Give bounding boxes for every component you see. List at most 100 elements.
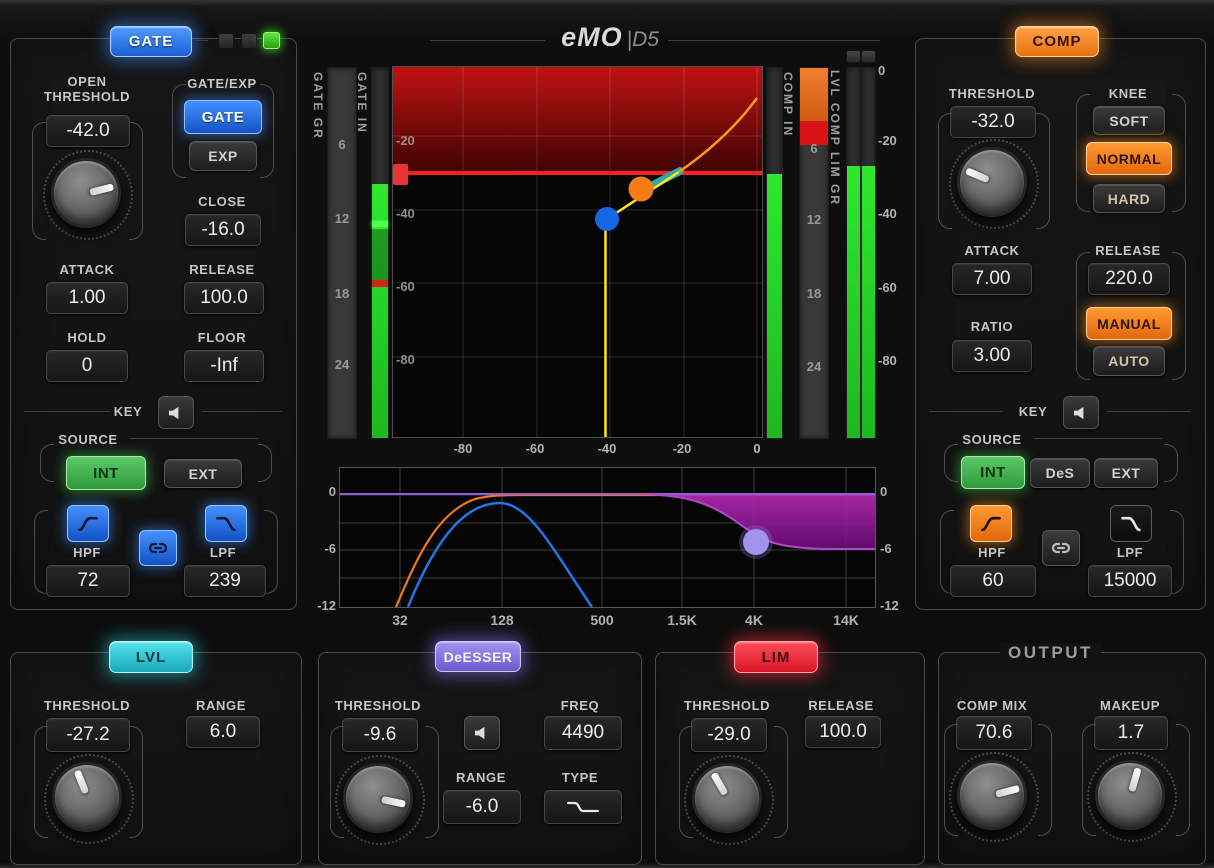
gr-scale-tick: 12	[806, 212, 822, 227]
gr-orange-bar	[800, 68, 828, 121]
comp-source-int-button[interactable]: INT	[961, 456, 1025, 489]
lim-release-value[interactable]: 100.0	[805, 716, 881, 748]
eq-y-tick: -12	[880, 598, 899, 613]
gate-close-label: CLOSE	[198, 194, 246, 209]
makeup-knob[interactable]	[1095, 760, 1165, 830]
y-tick: -40	[396, 206, 415, 221]
comp-threshold-knob[interactable]	[957, 147, 1027, 217]
gate-hpf-value[interactable]: 72	[46, 565, 130, 597]
clip-indicator-left[interactable]	[846, 50, 861, 63]
speaker-icon	[474, 726, 484, 740]
deesser-type-button[interactable]	[544, 790, 622, 824]
comp-knee-soft-button[interactable]: SOFT	[1093, 106, 1165, 135]
gate-gr-meter-label: GATE GR	[311, 72, 325, 140]
lim-section-button[interactable]: LIM	[734, 641, 818, 673]
comp-knee-normal-button[interactable]: NORMAL	[1086, 142, 1172, 175]
gate-close-threshold-marker[interactable]	[372, 280, 388, 287]
output-section-title: OUTPUT	[1000, 643, 1101, 663]
x-tick: -20	[672, 441, 692, 456]
lvl-range-label: RANGE	[196, 698, 246, 713]
comp-section-button[interactable]: COMP	[1015, 26, 1099, 57]
deesser-fill	[340, 494, 875, 549]
lvl-threshold-knob[interactable]	[52, 762, 122, 832]
gate-lpf-value[interactable]: 239	[184, 565, 266, 597]
comp-mix-value[interactable]: 70.6	[956, 716, 1032, 750]
makeup-value[interactable]: 1.7	[1094, 716, 1168, 750]
out-scale-tick: -80	[878, 353, 897, 368]
comp-mix-knob[interactable]	[957, 760, 1027, 830]
gate-key-monitor-button[interactable]	[158, 396, 194, 429]
deesser-monitor-button[interactable]	[464, 716, 500, 750]
eq-y-tick: 0	[880, 484, 888, 499]
comp-key-line-right	[1107, 411, 1190, 412]
comp-filter-link-button[interactable]	[1042, 530, 1080, 566]
deesser-threshold-knob[interactable]	[343, 763, 413, 833]
deesser-handle[interactable]	[743, 529, 769, 555]
gate-release-value[interactable]: 100.0	[184, 282, 264, 314]
comp-hpf-value[interactable]: 60	[950, 565, 1036, 597]
gate-lpf-enable-button[interactable]	[205, 505, 247, 542]
bracket	[1170, 510, 1184, 594]
comp-release-manual-button[interactable]: MANUAL	[1086, 307, 1172, 340]
gate-attack-value[interactable]: 1.00	[46, 282, 128, 314]
out-scale-tick: -40	[878, 206, 897, 221]
gate-key-line-left	[24, 411, 110, 412]
lvl-range-value[interactable]: 6.0	[186, 716, 260, 748]
logo-emo: eMO	[561, 22, 623, 52]
gate-hpf-enable-button[interactable]	[67, 505, 109, 542]
limiter-zone	[393, 67, 762, 173]
plugin-logo: eMO |D5	[545, 22, 675, 56]
comp-attack-value[interactable]: 7.00	[952, 263, 1032, 295]
eq-y-tick: -6	[880, 541, 892, 556]
gate-open-threshold-value[interactable]: -42.0	[46, 115, 130, 147]
gate-filter-link-button[interactable]	[139, 530, 177, 566]
gate-threshold-node[interactable]	[595, 207, 619, 231]
bracket	[1172, 252, 1186, 380]
comp-key-monitor-button[interactable]	[1063, 396, 1099, 429]
lowpass-filter-icon	[216, 516, 236, 532]
clip-indicator-right[interactable]	[861, 50, 876, 63]
comp-ratio-value[interactable]: 3.00	[952, 340, 1032, 372]
comp-source-ext-button[interactable]: EXT	[1094, 458, 1158, 488]
deesser-freq-value[interactable]: 4490	[544, 716, 622, 750]
comp-key-line-left	[930, 411, 1003, 412]
lim-threshold-knob[interactable]	[692, 763, 762, 833]
deesser-freq-label: FREQ	[560, 698, 600, 713]
deesser-threshold-value[interactable]: -9.6	[342, 718, 418, 752]
comp-threshold-node[interactable]	[628, 176, 654, 202]
comp-knee-hard-button[interactable]: HARD	[1093, 184, 1165, 213]
gr-scale-tick: 24	[334, 357, 350, 372]
gate-floor-value[interactable]: -Inf	[184, 350, 264, 382]
comp-release-auto-button[interactable]: AUTO	[1093, 346, 1165, 376]
comp-lpf-enable-button[interactable]	[1110, 505, 1152, 542]
gate-indicator-dash	[196, 40, 208, 41]
gate-mode-exp-button[interactable]: EXP	[189, 141, 257, 171]
out-scale-tick: -60	[878, 280, 897, 295]
lvl-section-button[interactable]: LVL	[109, 641, 193, 673]
gate-key-line-right	[202, 411, 282, 412]
gate-open-threshold-marker[interactable]	[372, 221, 388, 227]
comp-threshold-value[interactable]: -32.0	[950, 106, 1036, 138]
limiter-threshold-handle[interactable]	[393, 164, 408, 185]
gate-mode-gate-button[interactable]: GATE	[184, 100, 262, 134]
gr-scale-tick: 18	[806, 286, 822, 301]
comp-lpf-value[interactable]: 15000	[1088, 565, 1172, 597]
gate-threshold-knob[interactable]	[51, 158, 121, 228]
comp-hpf-enable-button[interactable]	[970, 505, 1012, 542]
comp-source-des-button[interactable]: DeS	[1030, 458, 1090, 488]
eq-x-tick: 1.5K	[667, 612, 697, 628]
comp-release-value[interactable]: 220.0	[1088, 263, 1170, 295]
lvl-threshold-value[interactable]: -27.2	[46, 718, 130, 752]
comp-key-label: KEY	[1018, 404, 1048, 419]
gate-source-ext-button[interactable]: EXT	[164, 459, 242, 488]
y-tick: -20	[396, 133, 415, 148]
lim-threshold-value[interactable]: -29.0	[691, 718, 767, 752]
out-scale-tick: 0	[878, 63, 886, 78]
gate-section-button[interactable]: GATE	[110, 26, 192, 57]
gate-close-value[interactable]: -16.0	[185, 214, 261, 246]
deesser-section-button[interactable]: DeESSER	[435, 641, 521, 672]
gate-hold-value[interactable]: 0	[46, 350, 128, 382]
limiter-threshold-line	[393, 171, 762, 175]
deesser-range-value[interactable]: -6.0	[443, 790, 521, 824]
gate-source-int-button[interactable]: INT	[66, 456, 146, 490]
